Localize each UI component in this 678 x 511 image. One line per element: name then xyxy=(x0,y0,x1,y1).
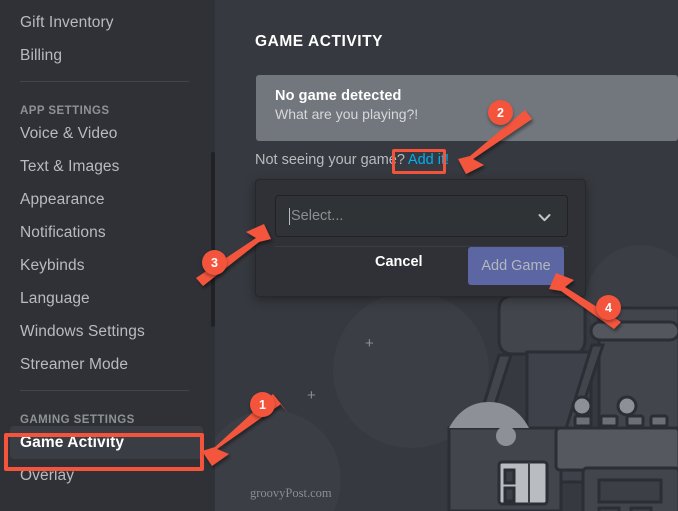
sidebar-item-label: Gift Inventory xyxy=(20,13,114,31)
game-select-placeholder: Select... xyxy=(291,208,344,224)
svg-text:+: + xyxy=(307,387,316,404)
sidebar-item-label: Keybinds xyxy=(20,256,85,274)
sidebar-item-label: Billing xyxy=(20,46,63,64)
annotation-badge-1: 1 xyxy=(250,392,275,417)
chevron-down-icon xyxy=(538,214,551,222)
sidebar-item-label: Appearance xyxy=(20,190,105,208)
annotation-badge-3: 3 xyxy=(202,250,227,275)
annotation-badge-2: 2 xyxy=(488,100,513,125)
sidebar-divider xyxy=(20,81,189,82)
sidebar-item-label: Windows Settings xyxy=(20,322,145,340)
sidebar-item-label: Voice & Video xyxy=(20,124,118,142)
sidebar-item-label: Streamer Mode xyxy=(20,355,129,373)
not-seeing-game-label: Not seeing your game? xyxy=(255,152,405,168)
annotation-badge-4: 4 xyxy=(596,295,621,320)
add-game-button[interactable]: Add Game xyxy=(468,247,564,285)
sidebar-item-label: Game Activity xyxy=(20,433,125,451)
content-scrollbar-thumb[interactable] xyxy=(211,152,215,327)
sidebar-item-keybinds[interactable]: Keybinds xyxy=(10,249,203,282)
sidebar-item-text-images[interactable]: Text & Images xyxy=(10,150,203,183)
sidebar-item-gift-inventory[interactable]: Gift Inventory xyxy=(10,6,203,39)
svg-text:+: + xyxy=(365,335,374,352)
text-cursor xyxy=(289,207,290,225)
add-game-button-label: Add Game xyxy=(481,258,551,274)
sidebar-item-appearance[interactable]: Appearance xyxy=(10,183,203,216)
watermark: groovyPost.com xyxy=(250,486,332,500)
game-select-dropdown[interactable]: Select... xyxy=(275,195,568,237)
sidebar-section-gaming-settings: GAMING SETTINGS xyxy=(20,414,135,426)
sidebar-item-label: Overlay xyxy=(20,466,75,484)
sidebar-item-overlay[interactable]: Overlay xyxy=(10,459,203,492)
sidebar-item-windows-settings[interactable]: Windows Settings xyxy=(10,315,203,348)
cancel-button[interactable]: Cancel xyxy=(375,254,423,270)
sidebar-item-label: Language xyxy=(20,289,90,307)
sidebar-item-label: Notifications xyxy=(20,223,106,241)
no-game-detected-banner: No game detected What are you playing?! xyxy=(256,75,678,141)
sidebar-item-language[interactable]: Language xyxy=(10,282,203,315)
sidebar-divider xyxy=(20,390,189,391)
sidebar-item-label: Text & Images xyxy=(20,157,120,175)
sidebar-item-voice-video[interactable]: Voice & Video xyxy=(10,117,203,150)
sidebar-item-notifications[interactable]: Notifications xyxy=(10,216,203,249)
settings-sidebar: Gift Inventory Billing APP SETTINGS Voic… xyxy=(0,0,211,511)
sidebar-item-streamer-mode[interactable]: Streamer Mode xyxy=(10,348,203,381)
discord-settings-window: Gift Inventory Billing APP SETTINGS Voic… xyxy=(0,0,678,511)
sidebar-item-game-activity[interactable]: Game Activity xyxy=(10,426,203,459)
page-title: GAME ACTIVITY xyxy=(255,33,383,50)
banner-subtitle: What are you playing?! xyxy=(275,106,419,122)
sidebar-section-app-settings: APP SETTINGS xyxy=(20,105,110,117)
banner-title: No game detected xyxy=(275,88,402,104)
not-seeing-game-row: Not seeing your game? Add it! xyxy=(255,152,449,168)
add-it-link[interactable]: Add it! xyxy=(408,152,449,168)
sidebar-item-billing[interactable]: Billing xyxy=(10,39,203,72)
